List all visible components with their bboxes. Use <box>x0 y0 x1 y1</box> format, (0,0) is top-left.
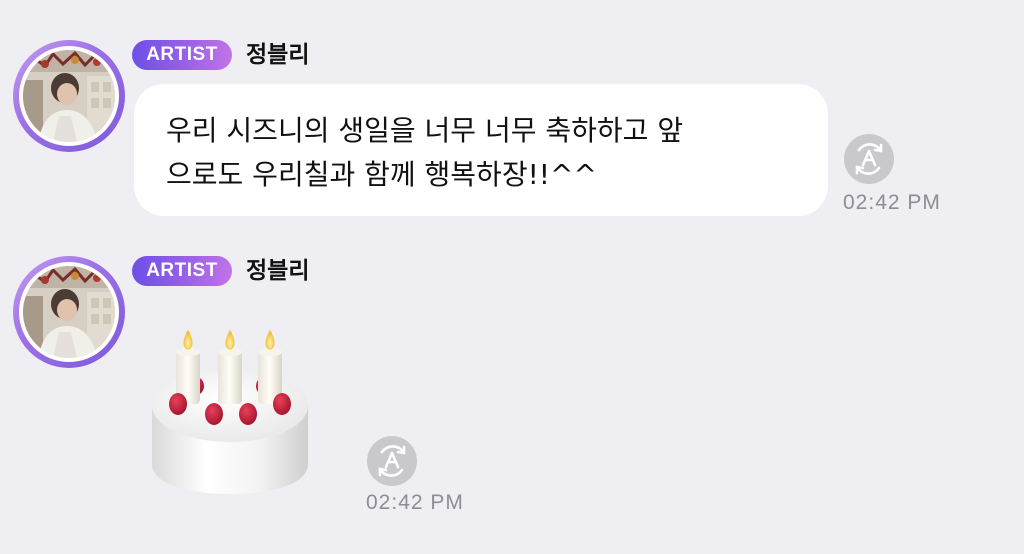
avatar[interactable] <box>13 40 125 152</box>
avatar-frame <box>19 262 119 362</box>
avatar-photo <box>23 266 115 358</box>
artist-badge: ARTIST <box>132 40 232 70</box>
birthday-cake-emoji[interactable] <box>148 326 312 496</box>
birthday-cake-icon <box>152 330 308 494</box>
author-name[interactable]: 정블리 <box>246 40 309 70</box>
message-time: 02:42 PM <box>366 491 464 514</box>
translate-icon <box>378 445 406 477</box>
avatar[interactable] <box>13 256 125 368</box>
translate-button[interactable] <box>367 436 417 486</box>
avatar-image <box>23 266 115 358</box>
message-bubble[interactable]: 우리 시즈니의 생일을 너무 너무 축하하고 앞 으로도 우리칠과 함께 행복하… <box>134 84 828 216</box>
author-name[interactable]: 정블리 <box>246 256 309 286</box>
artist-badge: ARTIST <box>132 256 232 286</box>
message-time: 02:42 PM <box>843 191 941 214</box>
message-text-line-2: 으로도 우리칠과 함께 행복하장!!^^ <box>166 158 597 191</box>
translate-icon <box>855 143 883 175</box>
avatar-frame <box>19 46 119 146</box>
avatar-photo <box>23 50 115 142</box>
translate-button[interactable] <box>844 134 894 184</box>
message-text-line-1: 우리 시즈니의 생일을 너무 너무 축하하고 앞 <box>166 114 684 147</box>
avatar-image <box>23 50 115 142</box>
